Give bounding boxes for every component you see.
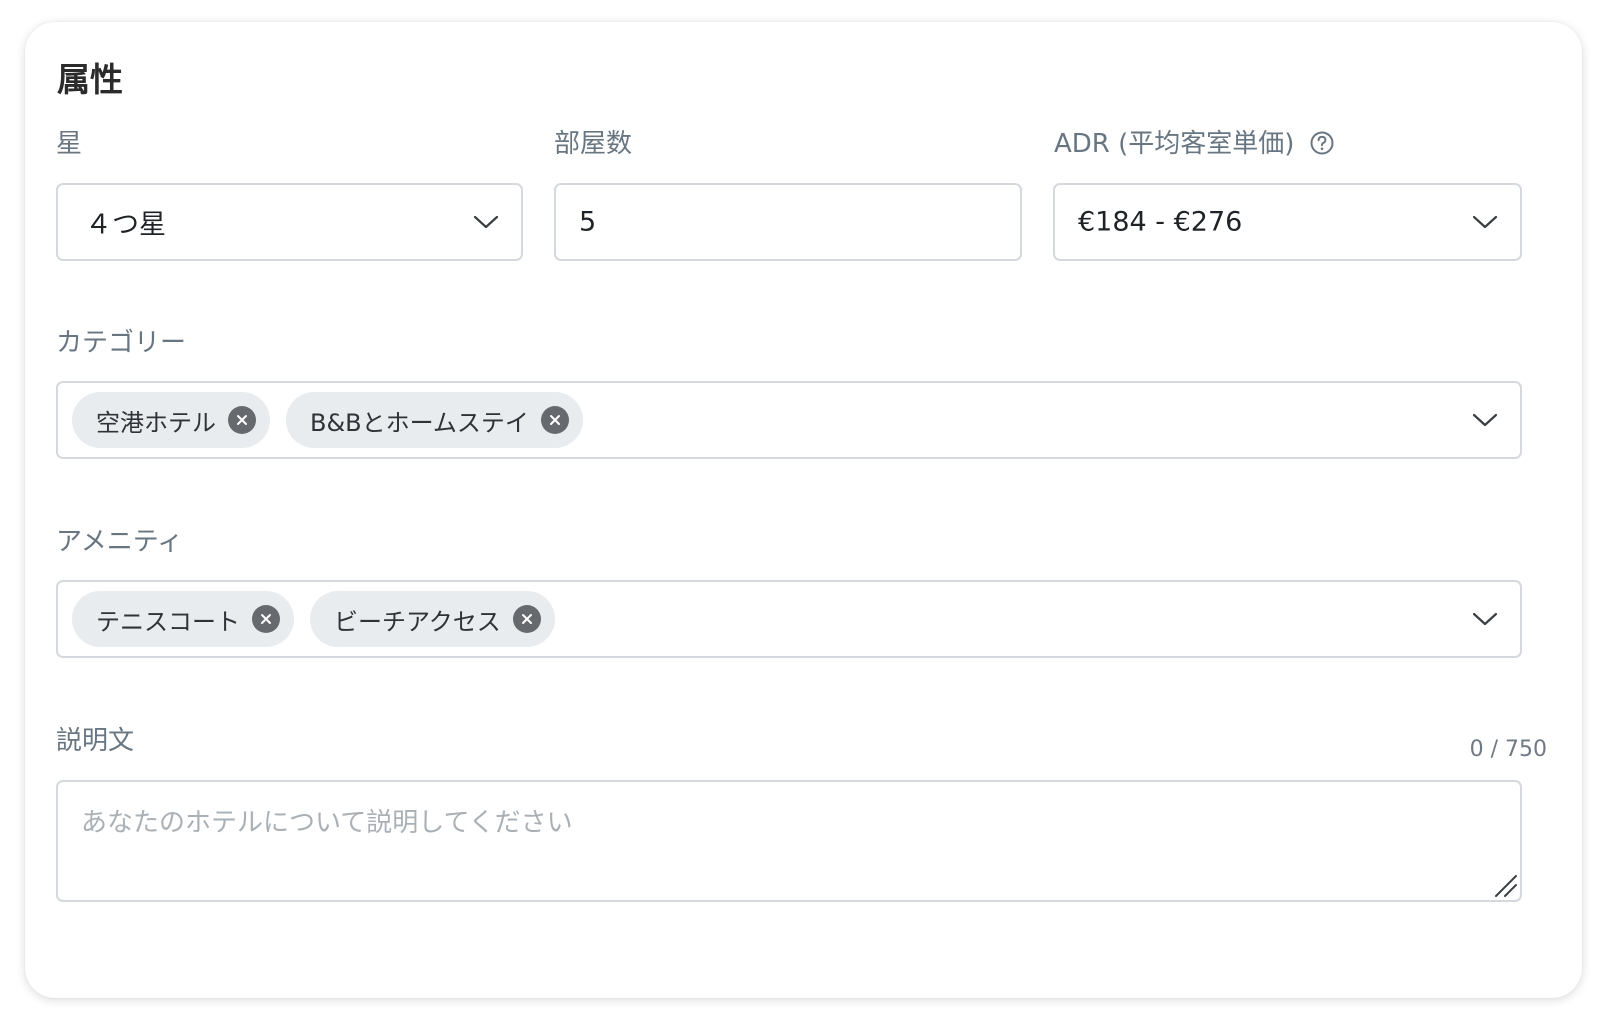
close-circle-icon[interactable] xyxy=(252,605,280,633)
chip-label: B&Bとホームステイ xyxy=(310,408,529,437)
categories-multiselect[interactable]: 空港ホテル B&Bとホームステイ xyxy=(56,381,1522,459)
stars-select[interactable]: ４つ星 xyxy=(56,183,523,261)
chip-label: 空港ホテル xyxy=(96,408,216,437)
amenity-chip: ビーチアクセス xyxy=(310,591,555,647)
adr-label: ADR (平均客室単価) xyxy=(1054,126,1335,162)
attributes-card: 属性 星 ４つ星 部屋数 5 ADR (平均客室単価) €184 - €276 … xyxy=(25,22,1582,998)
category-chip: 空港ホテル xyxy=(72,392,270,448)
rooms-input-value: 5 xyxy=(579,206,597,238)
adr-label-text: ADR (平均客室単価) xyxy=(1054,129,1295,159)
amenities-chip-list: テニスコート ビーチアクセス xyxy=(72,591,555,647)
chip-label: テニスコート xyxy=(96,607,240,636)
chevron-down-icon[interactable] xyxy=(1472,611,1498,627)
adr-select[interactable]: €184 - €276 xyxy=(1053,183,1522,261)
amenity-chip: テニスコート xyxy=(72,591,294,647)
chevron-down-icon[interactable] xyxy=(1472,412,1498,428)
chevron-down-icon[interactable] xyxy=(473,214,499,230)
amenities-label: アメニティ xyxy=(56,527,184,557)
categories-chip-list: 空港ホテル B&Bとホームステイ xyxy=(72,392,583,448)
help-icon[interactable] xyxy=(1309,130,1335,156)
category-chip: B&Bとホームステイ xyxy=(286,392,583,448)
stars-select-value: ４つ星 xyxy=(85,209,166,241)
character-counter: 0 / 750 xyxy=(1469,737,1547,762)
close-circle-icon[interactable] xyxy=(228,406,256,434)
rooms-label: 部屋数 xyxy=(554,129,633,159)
adr-select-value: €184 - €276 xyxy=(1078,206,1243,238)
description-field xyxy=(56,780,1522,902)
section-title: 属性 xyxy=(57,60,123,99)
close-circle-icon[interactable] xyxy=(512,605,541,633)
categories-label: カテゴリー xyxy=(56,328,187,358)
description-label: 説明文 xyxy=(56,726,135,756)
resize-grip-icon[interactable] xyxy=(1492,872,1518,898)
rooms-input[interactable]: 5 xyxy=(554,183,1022,261)
chip-label: ビーチアクセス xyxy=(334,607,501,636)
amenities-multiselect[interactable]: テニスコート ビーチアクセス xyxy=(56,580,1522,658)
stars-label: 星 xyxy=(56,129,83,159)
chevron-down-icon[interactable] xyxy=(1472,214,1498,230)
close-circle-icon[interactable] xyxy=(540,406,569,434)
description-textarea[interactable] xyxy=(58,782,1520,900)
